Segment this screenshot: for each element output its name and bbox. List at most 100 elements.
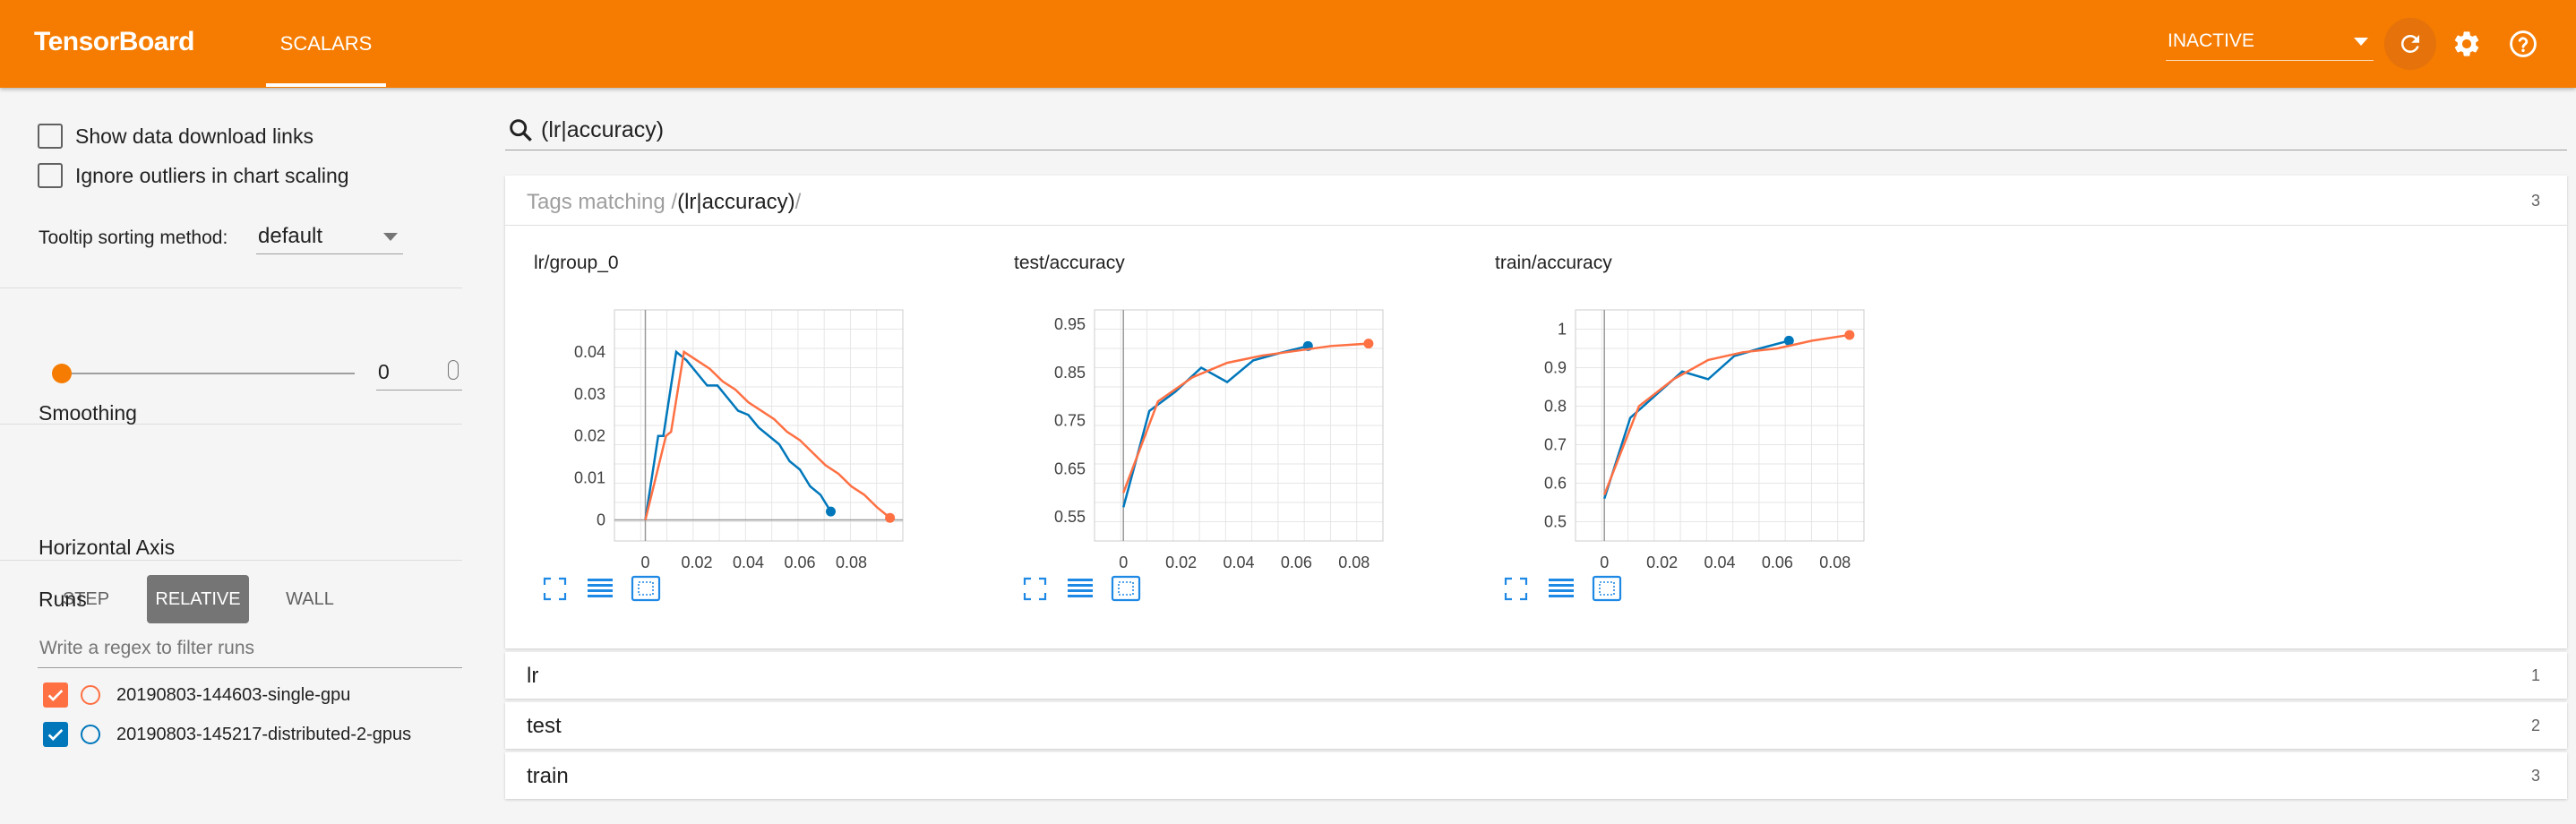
dashboard-select[interactable]: INACTIVE — [2166, 20, 2374, 61]
group-panel-lr[interactable]: lr 1 — [505, 652, 2567, 699]
chart[interactable]: 0 0.01 0.02 0.03 0.04 0 0.02 0.04 0.06 0.08 — [505, 267, 971, 607]
run-checkbox[interactable] — [43, 722, 68, 747]
settings-button[interactable] — [2441, 18, 2493, 70]
help-icon — [2510, 30, 2537, 57]
tags-pattern: (lr|accuracy) — [677, 190, 795, 214]
group-panel-train[interactable]: train 3 — [505, 752, 2567, 799]
data-table-icon-line — [588, 589, 613, 592]
fit-domain-icon[interactable] — [1111, 575, 1141, 602]
y-tick-label: 0.01 — [574, 469, 605, 487]
tooltip-sort-label: Tooltip sorting method: — [39, 227, 228, 248]
data-table-icon-line — [1549, 589, 1574, 592]
x-tick-label: 0.06 — [784, 554, 815, 571]
x-tick-label: 0.04 — [1704, 554, 1735, 571]
group-label: lr — [527, 664, 539, 688]
x-tick-label: 0.06 — [1762, 554, 1793, 571]
tab-scalars[interactable]: SCALARS — [266, 0, 386, 88]
x-tick-label: 0.04 — [1223, 554, 1254, 571]
fit-domain-icon-box — [1111, 575, 1141, 602]
smoothing-slider-handle[interactable] — [52, 364, 72, 383]
expand-icon[interactable] — [1504, 577, 1528, 601]
smoothing-value: 0 — [378, 360, 390, 383]
plot-area: 0.55 0.65 0.75 0.85 0.95 0 0.02 0.04 0.06 0.08 — [1054, 309, 1384, 571]
series-endpoint — [826, 506, 836, 517]
fit-domain-icon-box — [631, 575, 661, 602]
fit-domain-icon-inner — [638, 581, 654, 596]
group-count: 3 — [2530, 767, 2540, 785]
group-panel-test[interactable]: test 2 — [505, 702, 2567, 749]
series-endpoint — [885, 512, 896, 523]
ignore-outliers-checkbox[interactable]: Ignore outliers in chart scaling — [38, 163, 349, 188]
data-table-icon[interactable] — [588, 579, 613, 597]
tooltip-sort-select[interactable]: default — [256, 220, 403, 254]
check-icon — [47, 689, 64, 701]
runs-filter-input[interactable]: Write a regex to filter runs — [38, 629, 462, 668]
search-icon — [510, 119, 532, 142]
smoothing-input[interactable]: 0 — [376, 353, 462, 391]
run-item[interactable]: 20190803-144603-single-gpu — [43, 682, 350, 708]
expand-icon-part — [1504, 593, 1512, 601]
tag-filter-input[interactable]: (lr|accuracy) — [505, 113, 2567, 150]
tooltip-sort-value: default — [258, 224, 323, 248]
dashboard-select-value: INACTIVE — [2168, 30, 2254, 51]
chart-toolbar — [1504, 575, 1622, 602]
help-button[interactable] — [2497, 18, 2549, 70]
run-name: 20190803-145217-distributed-2-gpus — [116, 724, 412, 744]
axis-wall-button[interactable]: WALL — [265, 575, 355, 623]
y-tick-label: 0.75 — [1054, 412, 1086, 430]
checkbox-box[interactable] — [38, 163, 63, 188]
y-tick-label: 0.9 — [1544, 359, 1567, 377]
run-checkbox[interactable] — [43, 682, 68, 708]
expand-icon-part — [1504, 577, 1512, 585]
spinner-icon[interactable] — [448, 360, 459, 380]
series-line — [1603, 333, 1850, 495]
check-icon — [47, 728, 64, 741]
run-item[interactable]: 20190803-145217-distributed-2-gpus — [43, 722, 411, 747]
y-tick-label: 0.85 — [1054, 364, 1086, 382]
run-color-radio[interactable] — [81, 725, 100, 744]
series-line — [1603, 339, 1790, 500]
panel-header[interactable]: Tags matching /(lr|accuracy)/ 3 — [505, 176, 2567, 226]
tags-prefix: Tags matching / — [527, 190, 678, 214]
expand-icon-part — [1039, 593, 1047, 601]
tag-filter-value: (lr|accuracy) — [541, 117, 665, 142]
series-line — [644, 349, 832, 520]
show-download-checkbox[interactable]: Show data download links — [38, 124, 313, 149]
expand-icon-part — [543, 593, 551, 601]
active-tab-indicator — [266, 83, 386, 87]
checkbox-box[interactable] — [38, 124, 63, 149]
fit-domain-icon-inner — [1118, 581, 1134, 596]
y-tick-label: 0.95 — [1054, 315, 1086, 333]
chart[interactable]: 0.5 0.6 0.7 0.8 0.9 1 0 0.02 0.04 0.06 0.08 — [1466, 267, 1932, 607]
y-tick-label: 0.02 — [574, 427, 605, 445]
expand-icon[interactable] — [1023, 577, 1047, 601]
runs-label: Runs — [39, 588, 87, 611]
data-table-icon[interactable] — [1549, 579, 1574, 597]
y-tick-label: 0.65 — [1054, 459, 1086, 477]
data-table-icon-line — [588, 584, 613, 587]
x-tick-label: 0.06 — [1281, 554, 1312, 571]
chart[interactable]: 0.55 0.65 0.75 0.85 0.95 0 0.02 0.04 0.06 0.08 — [985, 267, 1451, 607]
group-label: test — [527, 714, 562, 738]
fit-domain-icon-box — [1592, 575, 1622, 602]
app-logo[interactable]: TensorBoard — [34, 27, 194, 57]
expand-icon[interactable] — [543, 577, 567, 601]
fit-domain-icon[interactable] — [631, 575, 661, 602]
runs-filter-placeholder: Write a regex to filter runs — [39, 638, 255, 658]
data-table-icon-line — [1068, 595, 1093, 597]
sidebar: Show data download links Ignore outliers… — [0, 88, 500, 824]
reload-button[interactable] — [2384, 18, 2436, 70]
series-endpoint — [1844, 330, 1855, 340]
run-color-radio[interactable] — [81, 685, 100, 705]
x-tick-label: 0.02 — [1165, 554, 1197, 571]
tag-count: 3 — [2530, 192, 2540, 210]
fit-domain-icon[interactable] — [1592, 575, 1622, 602]
axis-relative-button[interactable]: RELATIVE — [147, 575, 249, 623]
data-table-icon[interactable] — [1068, 579, 1093, 597]
x-tick-label: 0.04 — [733, 554, 764, 571]
data-table-icon-line — [588, 579, 613, 581]
group-count: 1 — [2530, 666, 2540, 684]
tags-suffix: / — [794, 190, 802, 214]
smoothing-slider-track[interactable] — [61, 373, 355, 374]
expand-icon-part — [1520, 577, 1528, 585]
